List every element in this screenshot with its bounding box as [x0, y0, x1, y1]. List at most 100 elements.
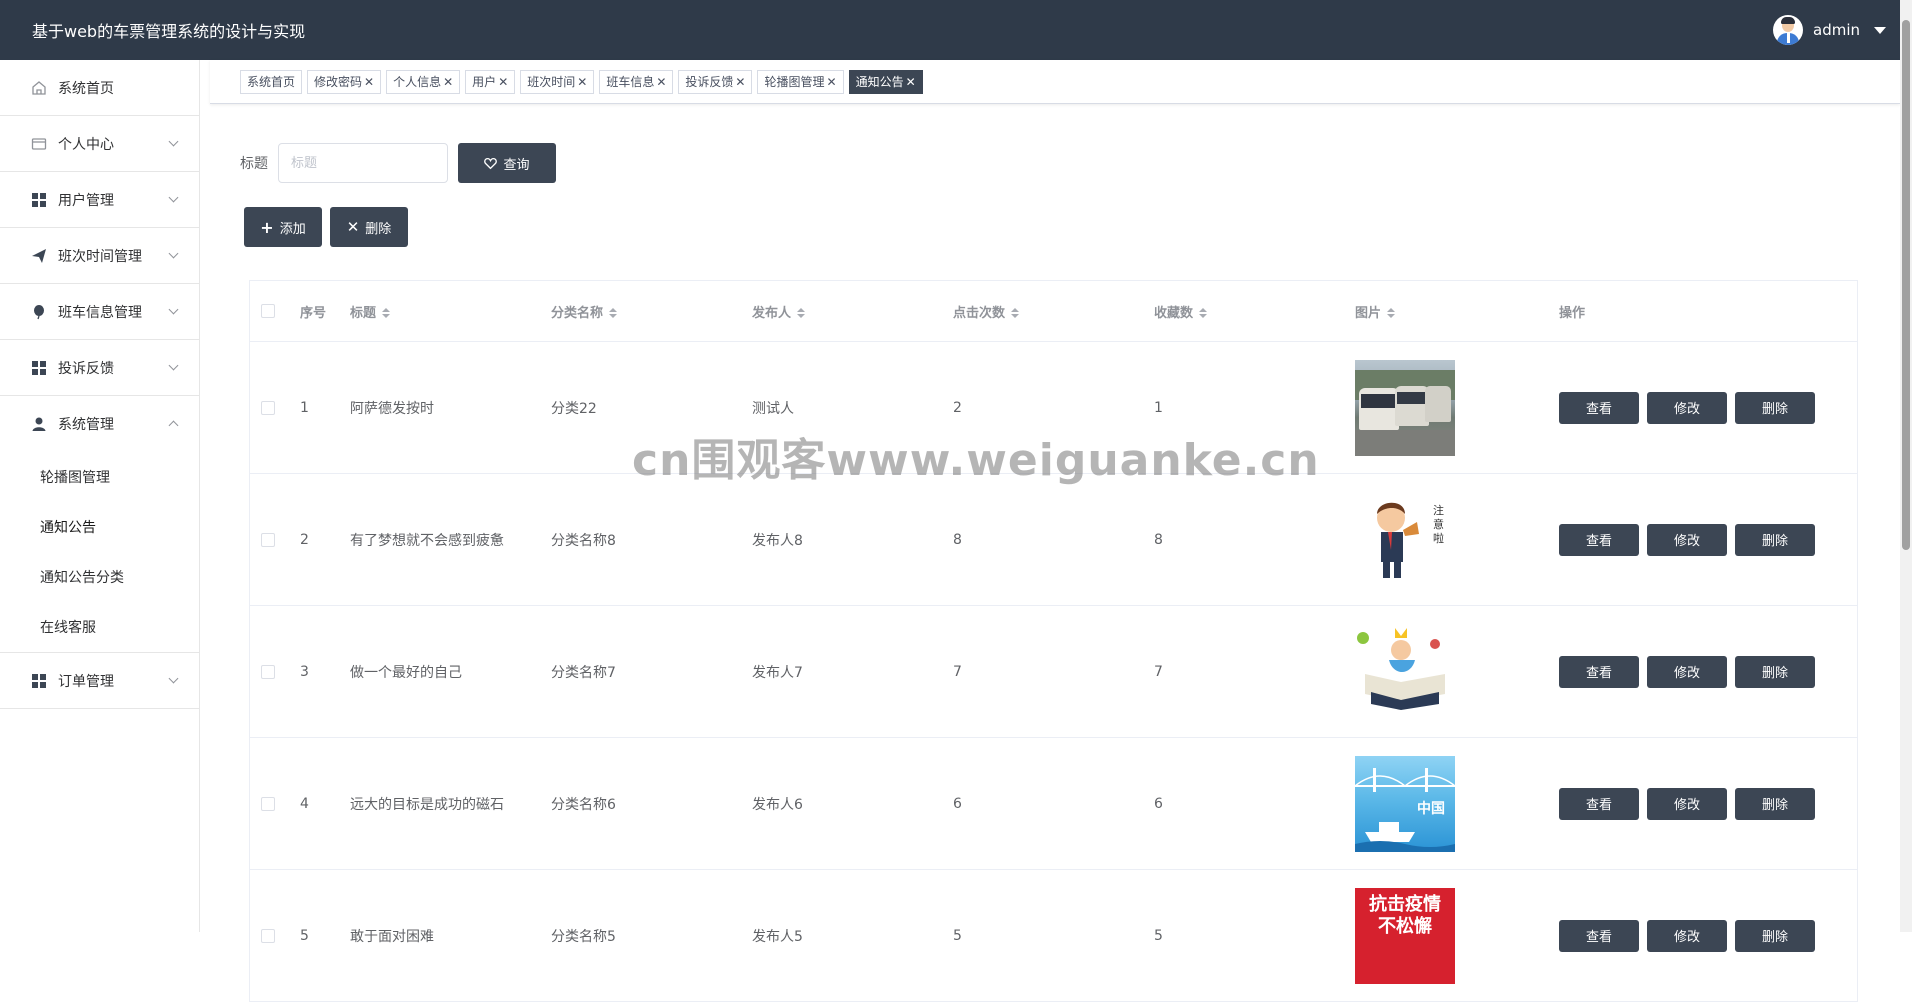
tag-schedule[interactable]: 班次时间 ✕: [520, 69, 595, 94]
edit-button[interactable]: 修改: [1647, 919, 1727, 952]
cell-publisher: 测试人: [752, 400, 794, 417]
chevron-down-icon: [168, 360, 179, 371]
heart-icon: [484, 157, 498, 169]
row-checkbox[interactable]: [261, 400, 275, 415]
search-label: 标题: [240, 156, 268, 172]
tag-label: 个人信息: [393, 74, 442, 89]
view-button[interactable]: 查看: [1559, 655, 1639, 688]
poster-red-thumbnail[interactable]: 抗击疫情 不松懈: [1355, 887, 1455, 984]
edit-button[interactable]: 修改: [1647, 523, 1727, 556]
submenu-item-online-service[interactable]: 在线客服: [0, 602, 199, 652]
submenu-item-notice-category[interactable]: 通知公告分类: [0, 552, 199, 602]
row-checkbox[interactable]: [261, 796, 275, 811]
sort-icon[interactable]: [1199, 308, 1208, 318]
china-bridge-thumbnail[interactable]: 中国: [1355, 755, 1455, 852]
sidebar-item-bus-info[interactable]: 班车信息管理: [0, 284, 199, 340]
close-icon[interactable]: ✕: [577, 71, 587, 93]
close-icon[interactable]: ✕: [827, 71, 837, 93]
row-delete-button[interactable]: 删除: [1735, 655, 1815, 688]
caret-down-icon[interactable]: [1874, 26, 1886, 34]
edit-button[interactable]: 修改: [1647, 655, 1727, 688]
user-icon: [30, 415, 48, 433]
close-icon[interactable]: ✕: [498, 71, 508, 93]
sidebar-item-system[interactable]: 系统管理: [0, 396, 199, 452]
close-icon[interactable]: ✕: [443, 71, 453, 93]
avatar[interactable]: [1773, 15, 1803, 45]
scrollbar-thumb[interactable]: [1902, 20, 1910, 550]
row-delete-button[interactable]: 删除: [1735, 919, 1815, 952]
search-button[interactable]: 查询: [458, 143, 556, 183]
search-button-label: 查询: [503, 157, 530, 173]
header-favorites[interactable]: 收藏数: [1154, 302, 1355, 321]
sidebar-item-users[interactable]: 用户管理: [0, 172, 199, 228]
view-button[interactable]: 查看: [1559, 919, 1639, 952]
sort-icon[interactable]: [797, 308, 806, 318]
cell-title: 敢于面对困难: [350, 928, 434, 945]
submenu-item-notice[interactable]: 通知公告: [0, 502, 199, 552]
cartoon-book-thumbnail[interactable]: [1355, 623, 1455, 720]
row-checkbox[interactable]: [261, 664, 275, 679]
sort-icon[interactable]: [1011, 308, 1020, 318]
sidebar: 系统首页 个人中心 用户管理 班次时间管理 班车信息管理 投诉反馈 系统管理 轮…: [0, 60, 200, 932]
tag-notice[interactable]: 通知公告 ✕: [848, 69, 923, 94]
view-button[interactable]: 查看: [1559, 787, 1639, 820]
select-all-checkbox[interactable]: [261, 304, 275, 318]
tag-user[interactable]: 用户 ✕: [465, 69, 516, 94]
sidebar-item-orders[interactable]: 订单管理: [0, 653, 199, 709]
close-icon[interactable]: ✕: [735, 71, 745, 93]
bus-photo-thumbnail[interactable]: [1355, 359, 1455, 456]
close-icon[interactable]: ✕: [364, 71, 374, 93]
tag-label: 通知公告: [855, 74, 904, 89]
header-title[interactable]: 标题: [350, 302, 551, 321]
row-delete-button[interactable]: 删除: [1735, 391, 1815, 424]
close-icon[interactable]: ✕: [656, 71, 666, 93]
add-button[interactable]: + 添加: [244, 207, 322, 247]
cell-clicks: 2: [953, 399, 962, 416]
sidebar-item-feedback[interactable]: 投诉反馈: [0, 340, 199, 396]
tag-home[interactable]: 系统首页: [240, 69, 303, 94]
row-delete-button[interactable]: 删除: [1735, 787, 1815, 820]
chevron-down-icon: [168, 673, 179, 684]
tag-label: 系统首页: [247, 74, 296, 89]
top-header: 基于web的车票管理系统的设计与实现 admin: [0, 0, 1912, 60]
view-button[interactable]: 查看: [1559, 523, 1639, 556]
header-clicks[interactable]: 点击次数: [953, 302, 1154, 321]
username[interactable]: admin: [1813, 21, 1860, 39]
header-publisher[interactable]: 发布人: [752, 302, 953, 321]
header-image[interactable]: 图片: [1355, 302, 1556, 321]
submenu-item-carousel[interactable]: 轮播图管理: [0, 452, 199, 502]
tag-personal-info[interactable]: 个人信息 ✕: [386, 69, 461, 94]
delete-button[interactable]: ✕ 删除: [330, 207, 408, 247]
row-delete-button[interactable]: 删除: [1735, 523, 1815, 556]
edit-button[interactable]: 修改: [1647, 787, 1727, 820]
sort-icon[interactable]: [609, 308, 618, 318]
tag-change-password[interactable]: 修改密码 ✕: [307, 69, 382, 94]
sidebar-item-profile[interactable]: 个人中心: [0, 116, 199, 172]
sidebar-item-schedule[interactable]: 班次时间管理: [0, 228, 199, 284]
tag-label: 班次时间: [527, 74, 576, 89]
user-menu[interactable]: admin: [1773, 15, 1886, 45]
page-scrollbar[interactable]: [1900, 0, 1912, 932]
title-search-input[interactable]: [278, 143, 448, 183]
close-icon[interactable]: ✕: [906, 71, 916, 93]
grid-icon: [30, 191, 48, 209]
cartoon-man-thumbnail[interactable]: 注意啦: [1355, 491, 1455, 588]
header-category[interactable]: 分类名称: [551, 302, 752, 321]
sidebar-item-label: 个人中心: [58, 136, 114, 153]
sort-icon[interactable]: [382, 308, 391, 318]
row-checkbox[interactable]: [261, 928, 275, 943]
tag-feedback[interactable]: 投诉反馈 ✕: [678, 69, 753, 94]
cell-title: 阿萨德发按时: [350, 400, 434, 417]
sidebar-item-home[interactable]: 系统首页: [0, 60, 199, 116]
tag-carousel[interactable]: 轮播图管理 ✕: [757, 69, 844, 94]
edit-button[interactable]: 修改: [1647, 391, 1727, 424]
cell-category: 分类名称8: [551, 532, 616, 549]
sort-icon[interactable]: [1387, 308, 1396, 318]
cell-publisher: 发布人6: [752, 796, 803, 813]
cell-no: 5: [300, 927, 309, 944]
row-checkbox[interactable]: [261, 532, 275, 547]
cell-no: 3: [300, 663, 309, 680]
tag-bus-info[interactable]: 班车信息 ✕: [599, 69, 674, 94]
view-button[interactable]: 查看: [1559, 391, 1639, 424]
cell-favorites: 5: [1154, 927, 1163, 944]
